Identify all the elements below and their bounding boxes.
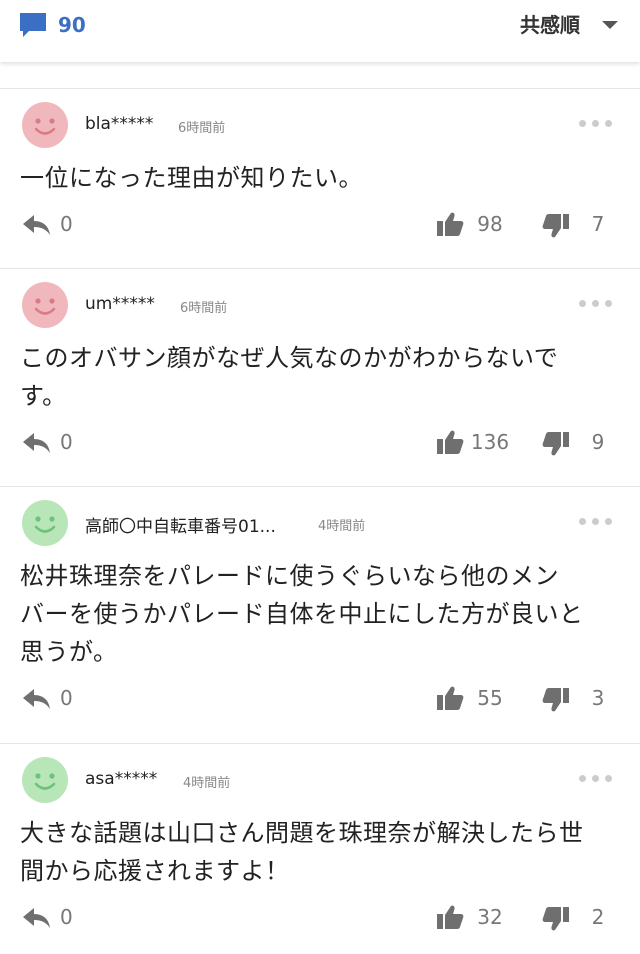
dislike-count: 9 — [591, 430, 605, 454]
like-count: 32 — [477, 905, 503, 929]
chevron-down-icon — [602, 21, 618, 29]
comment-actions: 0 98 7 — [0, 209, 640, 239]
username[interactable]: asa***** — [85, 769, 157, 789]
like-count: 98 — [477, 212, 503, 236]
comment-line: 間から応援されますよ！ — [20, 857, 290, 885]
reply-icon[interactable] — [22, 687, 52, 711]
timestamp: 6時間前 — [180, 301, 228, 316]
thumbs-down-icon[interactable] — [542, 431, 570, 457]
comment-actions: 0 55 3 — [0, 683, 640, 713]
thumbs-up-icon[interactable] — [436, 211, 464, 237]
more-options-icon[interactable] — [573, 518, 612, 525]
username[interactable]: 高師〇中自転車番号01... — [85, 512, 276, 537]
comment-line: す。 — [20, 382, 67, 410]
comment-text: 大きな話題は山口さん問題を珠理奈が解決したら世 間から応援されますよ！ — [20, 814, 620, 890]
speech-bubble-icon — [20, 13, 46, 37]
reply-count: 0 — [60, 430, 73, 454]
like-count: 55 — [477, 686, 503, 710]
comment-line: 一位になった理由が知りたい。 — [20, 164, 363, 192]
timestamp: 4時間前 — [183, 776, 231, 791]
comments-header: 90 共感順 — [0, 0, 640, 62]
comment-text: 松井珠理奈をパレードに使うぐらいなら他のメン バーを使うかパレード自体を中止にし… — [20, 557, 620, 671]
thumbs-up-icon[interactable] — [436, 429, 464, 455]
timestamp: 6時間前 — [178, 121, 226, 136]
username[interactable]: bla***** — [85, 114, 153, 134]
comment-line: 大きな話題は山口さん問題を珠理奈が解決したら世 — [20, 819, 584, 847]
smiley-icon — [22, 282, 68, 328]
avatar[interactable] — [22, 757, 68, 803]
avatar[interactable] — [22, 500, 68, 546]
more-options-icon[interactable] — [573, 775, 612, 782]
comment-list: bla***** 6時間前 一位になった理由が知りたい。 0 98 7 um**… — [0, 88, 640, 954]
reply-count: 0 — [60, 686, 73, 710]
comment-count: 90 — [58, 13, 86, 37]
smiley-icon — [22, 757, 68, 803]
thumbs-down-icon[interactable] — [542, 906, 570, 932]
comment-text: このオバサン顔がなぜ人気なのかがわからないで す。 — [20, 339, 620, 415]
thumbs-down-icon[interactable] — [542, 213, 570, 239]
comment-item: 高師〇中自転車番号01... 4時間前 松井珠理奈をパレードに使うぐらいなら他の… — [0, 486, 640, 743]
comment-text: 一位になった理由が知りたい。 — [20, 159, 620, 197]
reply-count: 0 — [60, 212, 73, 236]
thumbs-up-icon[interactable] — [436, 904, 464, 930]
comment-item: um***** 6時間前 このオバサン顔がなぜ人気なのかがわからないで す。 0… — [0, 268, 640, 486]
smiley-icon — [22, 102, 68, 148]
comment-actions: 0 32 2 — [0, 902, 640, 932]
reply-icon[interactable] — [22, 431, 52, 455]
dislike-count: 2 — [591, 905, 605, 929]
comment-line: 思うが。 — [20, 638, 118, 666]
comment-item: bla***** 6時間前 一位になった理由が知りたい。 0 98 7 — [0, 88, 640, 268]
comment-item: asa***** 4時間前 大きな話題は山口さん問題を珠理奈が解決したら世 間か… — [0, 743, 640, 954]
comment-line: バーを使うかパレード自体を中止にした方が良いと — [20, 600, 584, 628]
dislike-count: 3 — [591, 686, 605, 710]
reply-icon[interactable] — [22, 213, 52, 237]
timestamp: 4時間前 — [318, 519, 366, 534]
thumbs-up-icon[interactable] — [436, 685, 464, 711]
comment-count-area[interactable]: 90 — [18, 10, 86, 40]
thumbs-down-icon[interactable] — [542, 687, 570, 713]
more-options-icon[interactable] — [573, 120, 612, 127]
more-options-icon[interactable] — [573, 300, 612, 307]
comment-actions: 0 136 9 — [0, 427, 640, 457]
comment-line: このオバサン顔がなぜ人気なのかがわからないで — [20, 344, 559, 372]
sort-dropdown[interactable]: 共感順 — [520, 10, 618, 40]
reply-icon[interactable] — [22, 906, 52, 930]
avatar[interactable] — [22, 102, 68, 148]
reply-count: 0 — [60, 905, 73, 929]
like-count: 136 — [470, 430, 510, 454]
comment-line: 松井珠理奈をパレードに使うぐらいなら他のメン — [20, 562, 559, 590]
dislike-count: 7 — [591, 212, 605, 236]
avatar[interactable] — [22, 282, 68, 328]
username[interactable]: um***** — [85, 294, 155, 314]
sort-label: 共感順 — [520, 13, 580, 37]
smiley-icon — [22, 500, 68, 546]
